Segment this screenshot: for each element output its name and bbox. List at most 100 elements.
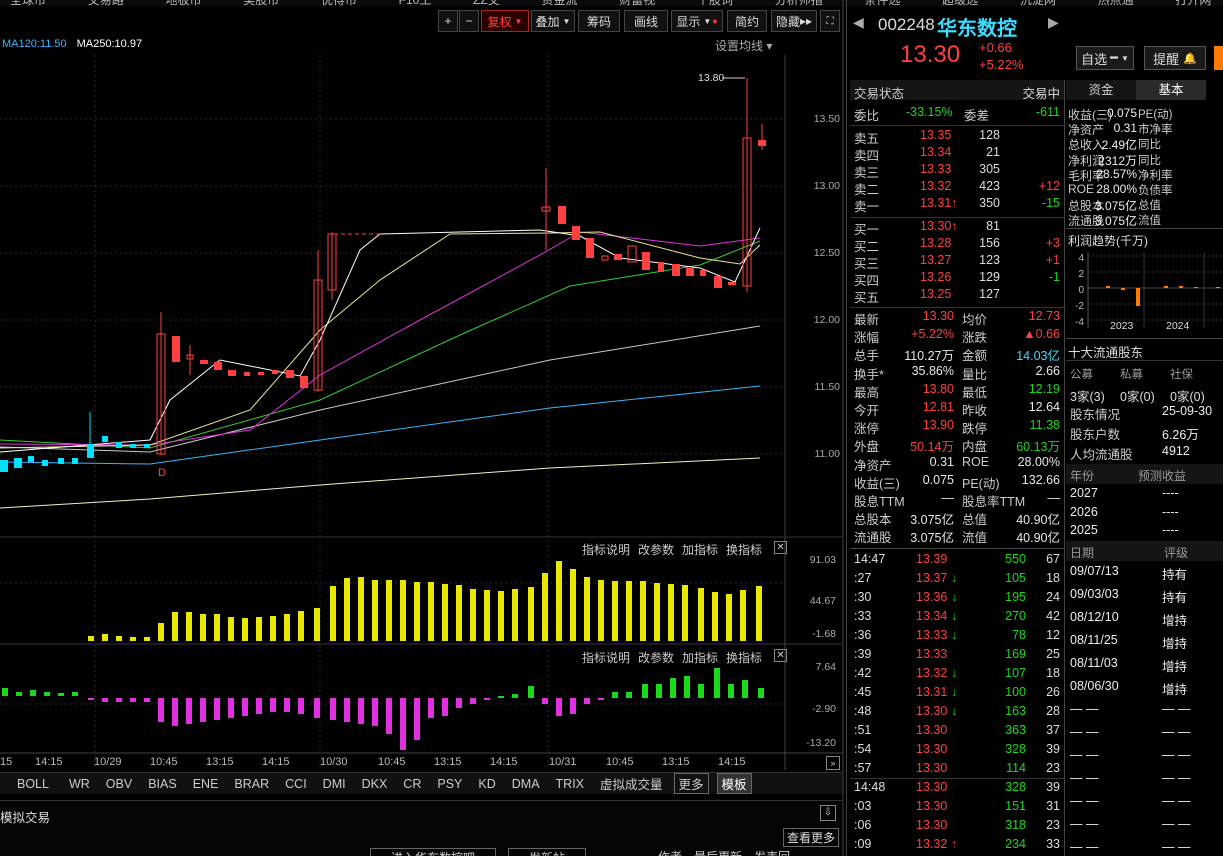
profit-tick: -2 (1075, 301, 1084, 312)
quote-label: PE(动) (962, 476, 1000, 491)
display-dropdown[interactable]: 显示 ▼ ● (671, 10, 723, 32)
tab-dma[interactable]: DMA (507, 777, 545, 791)
tab-boll[interactable]: BOLL (12, 777, 54, 791)
alert-button[interactable]: 提醒 🔔 (1144, 46, 1206, 70)
collapse-handle-icon[interactable]: ▲ (945, 532, 953, 541)
switch-indicator-link[interactable]: 换指标 (726, 541, 762, 558)
ma-settings-button[interactable]: 设置均线 ▾ (715, 37, 772, 54)
view-more-button[interactable]: 查看更多 (783, 828, 840, 847)
hide-button[interactable]: 隐藏 ▸▸ (771, 10, 817, 32)
new-post-button[interactable]: 发新帖 (508, 848, 587, 856)
tab-cr[interactable]: CR (398, 777, 426, 791)
rating-value: 持有 (1162, 591, 1188, 605)
ma120-value: MA120:11.50 (2, 38, 67, 50)
top-menu-item[interactable]: 资金流向 (542, 0, 590, 6)
top-menu-item[interactable]: 分析师指数 (775, 0, 835, 6)
add-watchlist-dropdown[interactable]: 自选 ━ ▼ (1076, 46, 1134, 70)
top-menu-item[interactable]: 全球市场 (10, 0, 58, 6)
fullscreen-icon[interactable]: ⛶ (820, 10, 840, 32)
tab-capital[interactable]: 资金 (1066, 80, 1136, 100)
last-update-col: 最后更新 (694, 848, 742, 856)
profit-year: 2024 (1166, 320, 1190, 332)
rating-date: 09/03/03 (1070, 587, 1119, 601)
top-menu-item[interactable]: ZZ交易 (473, 0, 511, 6)
profit-tick: 4 (1078, 253, 1084, 264)
tick-volume: 105 (1005, 571, 1026, 585)
rating-date: — — (1070, 702, 1099, 716)
tab-basic[interactable]: 基本 (1136, 80, 1206, 100)
stock-code: 002248 (878, 15, 935, 34)
tick-volume: 151 (1005, 799, 1026, 813)
tick-time: :54 (854, 742, 872, 756)
time-axis: 15 14:15 10/29 10:45 13:15 14:15 10/30 1… (0, 756, 785, 770)
top-menu-item[interactable]: 沉淀网格 (1020, 0, 1068, 6)
change-params-link[interactable]: 改参数 (638, 649, 674, 666)
add-indicator-link[interactable]: 加指标 (682, 649, 718, 666)
draw-line-button[interactable]: 画线 (624, 10, 668, 32)
top-menu-item[interactable]: F10工具 (399, 0, 443, 6)
top-menu-item[interactable]: 美股市场 (243, 0, 291, 6)
prev-stock-icon[interactable]: ◀ (853, 14, 864, 31)
top-menu-item[interactable]: 打开网格 (1175, 0, 1223, 6)
price-axis: 13.50 13.00 12.50 12.00 11.50 11.00 (785, 55, 840, 535)
tab-psy[interactable]: PSY (432, 777, 467, 791)
add-indicator-link[interactable]: 加指标 (682, 541, 718, 558)
top-menu-item[interactable]: 超级选股 (942, 0, 990, 6)
level-price: 13.25 (920, 287, 952, 301)
indicator-help-link[interactable]: 指标说明 (582, 649, 630, 666)
tab-dkx[interactable]: DKX (357, 777, 393, 791)
tab-bias[interactable]: BIAS (143, 777, 182, 791)
tick-direction: ↓ (951, 666, 958, 680)
overlay-dropdown[interactable]: 叠加 ▼ (531, 10, 575, 32)
top-menu-item[interactable]: 地板市场 (165, 0, 213, 6)
level-volume: 156 (979, 236, 1000, 250)
level-price: 13.26 (920, 270, 952, 284)
holder-info-value: 25-09-30 (1162, 404, 1213, 418)
holder-count: 3家(3) (1070, 390, 1105, 404)
fund-label: PE(动) (1138, 109, 1173, 121)
quote-value: 35.86% (911, 363, 954, 378)
fund-label: 市净率 (1138, 124, 1173, 137)
tick-time: :09 (854, 837, 872, 851)
zoom-out-button[interactable]: − (459, 10, 479, 32)
top-menu-item[interactable]: 条件选股 (864, 0, 912, 6)
top-menu-item[interactable]: 交易路径 (88, 0, 136, 6)
restore-rights-dropdown[interactable]: 复权 ▼ (481, 10, 529, 32)
tab-trix[interactable]: TRIX (551, 777, 589, 791)
top-menu-item[interactable]: 优得市场 (321, 0, 369, 6)
forecast-eps: ---- (1162, 504, 1179, 519)
tab-wr[interactable]: WR (64, 777, 95, 791)
more-tabs-button[interactable]: 更多 (673, 773, 709, 794)
change-params-link[interactable]: 改参数 (638, 541, 674, 558)
tab-dmi[interactable]: DMI (318, 777, 351, 791)
tab-virtual-volume[interactable]: 虚拟成交量 (595, 774, 668, 793)
quote-label: 总手 (854, 349, 880, 364)
close-icon[interactable]: ✕ (774, 541, 788, 554)
enter-forum-button[interactable]: 进入华东数控吧 (370, 848, 497, 856)
zoom-in-button[interactable]: + (438, 10, 458, 32)
top-menu-item[interactable]: 财富视点 (619, 0, 667, 6)
scroll-right-icon[interactable]: » (826, 756, 840, 770)
template-button[interactable]: 模板 (716, 773, 752, 794)
tick-price: 13.30 (916, 723, 948, 737)
tick-price: 13.33 (916, 628, 948, 642)
top-menu-item[interactable]: 热点通告 (1098, 0, 1146, 6)
tab-cci[interactable]: CCI (280, 777, 312, 791)
simple-button[interactable]: 简约 (727, 10, 767, 32)
tab-obv[interactable]: OBV (101, 777, 137, 791)
top-menu-item[interactable]: 个股词云 (697, 0, 745, 6)
quote-label: 净资产 (854, 458, 892, 473)
tab-ene[interactable]: ENE (188, 777, 224, 791)
quote-label: 股息TTM (854, 495, 905, 509)
next-stock-icon[interactable]: ▶ (1048, 14, 1059, 31)
tab-kd[interactable]: KD (473, 777, 500, 791)
tab-brar[interactable]: BRAR (229, 777, 274, 791)
order-book: 交易状态 交易中 委比 -33.15% 委差 -611 卖五 13.35 128 卖四… (850, 80, 1064, 856)
side-action-button[interactable] (1214, 46, 1223, 70)
tick-time: :30 (854, 590, 872, 604)
switch-indicator-link[interactable]: 换指标 (726, 649, 762, 666)
chips-button[interactable]: 筹码 (578, 10, 620, 32)
sim-trade-collapse-icon[interactable]: ⇩ (820, 805, 836, 821)
kline-chart[interactable]: D (0, 55, 842, 775)
indicator-help-link[interactable]: 指标说明 (582, 541, 630, 558)
